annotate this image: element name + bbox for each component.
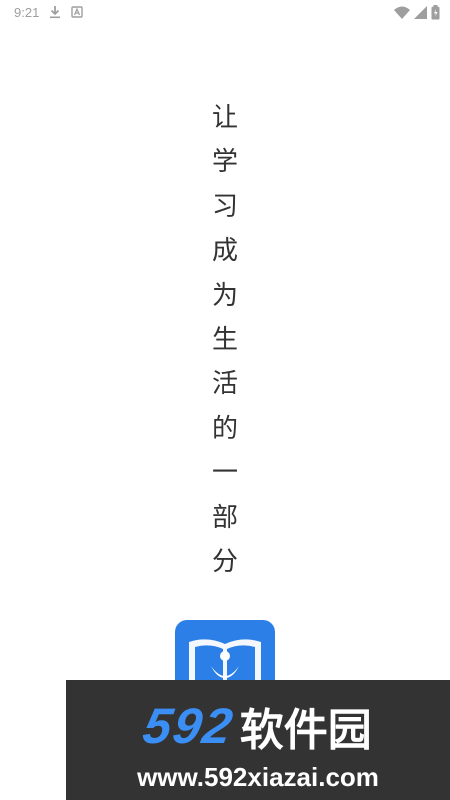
status-bar-right xyxy=(394,4,440,20)
status-bar-left: 9:21 xyxy=(14,4,84,20)
notification-icon xyxy=(71,6,84,18)
status-bar: 9:21 xyxy=(0,0,450,24)
slogan-char: 为 xyxy=(211,280,238,311)
watermark-banner: 592 软件园 www.592xiazai.com xyxy=(66,680,450,800)
cell-signal-icon xyxy=(414,5,427,19)
slogan-char: 一 xyxy=(211,458,238,489)
slogan-char: 的 xyxy=(211,413,238,444)
slogan-char: 部 xyxy=(211,502,238,533)
battery-icon xyxy=(431,4,440,20)
status-time: 9:21 xyxy=(14,4,40,20)
slogan-char: 生 xyxy=(211,324,238,355)
slogan: 让 学 习 成 为 生 活 的 一 部 分 xyxy=(200,96,250,584)
slogan-char: 学 xyxy=(211,147,238,178)
download-icon xyxy=(49,5,61,19)
watermark-url: www.592xiazai.com xyxy=(137,762,379,792)
slogan-char: 活 xyxy=(211,369,238,400)
watermark-brand-name: 软件园 xyxy=(239,705,372,756)
slogan-char: 成 xyxy=(211,236,238,267)
wifi-icon xyxy=(394,6,410,19)
slogan-char: 让 xyxy=(211,103,238,133)
slogan-char: 习 xyxy=(211,191,238,222)
watermark-brand: 592 软件园 xyxy=(66,698,450,756)
watermark-brand-number: 592 xyxy=(139,698,239,754)
slogan-char: 分 xyxy=(211,546,238,577)
